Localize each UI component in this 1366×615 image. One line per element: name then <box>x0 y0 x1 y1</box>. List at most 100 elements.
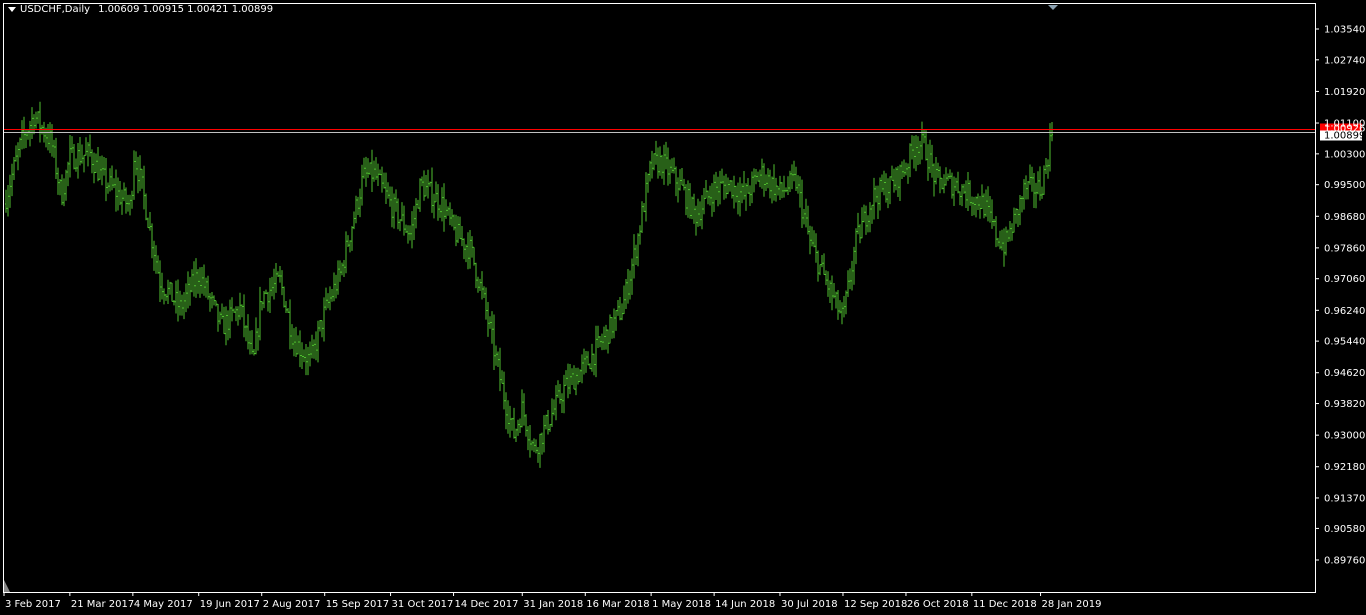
ohlc-bar <box>933 163 935 197</box>
ohlc-bar <box>69 135 71 178</box>
ohlc-bar <box>1033 173 1035 209</box>
ohlc-bar <box>781 182 783 199</box>
ohlc-bar <box>481 271 483 300</box>
ohlc-bar <box>689 183 691 219</box>
ohlc-bar <box>657 147 659 179</box>
ohlc-bar <box>805 198 807 228</box>
ohlc-bar <box>223 306 225 335</box>
ohlc-bar <box>389 186 391 207</box>
ohlc-bar <box>367 158 369 178</box>
ohlc-bar <box>249 330 251 355</box>
ohlc-bar <box>83 154 85 173</box>
ohlc-bar <box>765 174 767 191</box>
ohlc-bar <box>1045 158 1047 174</box>
ohlc-bar <box>583 348 585 375</box>
price-chart[interactable]: 1.009261.00899 1.03540 1.02740 1.01920 1.01… <box>0 0 1366 615</box>
ohlc-bar <box>853 246 855 285</box>
ohlc-bar <box>143 165 145 210</box>
ohlc-bar <box>37 111 39 124</box>
ohlc-bar <box>495 345 497 366</box>
ohlc-bar <box>599 336 601 348</box>
ohlc-bar <box>935 157 937 185</box>
ohlc-bar <box>85 137 87 156</box>
ohlc-bar <box>457 216 459 243</box>
ohlc-bar <box>373 160 375 182</box>
ohlc-bar <box>77 143 79 179</box>
ohlc-bar <box>955 177 957 192</box>
plot-area-border <box>3 3 1316 593</box>
ohlc-bar <box>355 195 357 224</box>
ohlc-bar <box>39 101 41 143</box>
ohlc-bar <box>573 365 575 390</box>
x-tick-label: 21 Mar 2017 <box>71 599 134 610</box>
ohlc-bar <box>65 169 67 201</box>
chart-title[interactable]: USDCHF,Daily 1.00609 1.00915 1.00421 1.0… <box>8 4 273 15</box>
ohlc-bar <box>235 306 237 322</box>
chart-window[interactable]: 1.00926 1.00899 1.03540 1.02740 1.01920 1.01… <box>0 0 1366 615</box>
ohlc-bar <box>593 353 595 376</box>
ohlc-bar <box>549 424 551 432</box>
ohlc-bar <box>35 111 37 129</box>
ohlc-bar <box>659 146 661 176</box>
ohlc-bar <box>297 335 299 355</box>
ohlc-bar <box>1051 121 1053 142</box>
ohlc-bar <box>527 426 529 451</box>
y-tick-label: 1.01920 <box>1324 87 1365 98</box>
ohlc-bar <box>835 291 837 309</box>
ohlc-bar <box>737 182 739 215</box>
ohlc-bar <box>1039 166 1041 201</box>
ohlc-bar <box>837 290 839 320</box>
ohlc-bar <box>427 169 429 199</box>
dropdown-arrow-icon[interactable] <box>8 7 16 12</box>
ohlc-bar <box>967 172 969 211</box>
ohlc-bar <box>695 205 697 236</box>
ohlc-bar <box>733 175 735 209</box>
ohlc-bar <box>653 153 655 171</box>
ohlc-bar <box>667 147 669 186</box>
ohlc-bar <box>17 142 19 171</box>
ohlc-bar <box>299 330 301 368</box>
ohlc-bar <box>671 158 673 174</box>
bid-price-label: 1.00899 <box>1324 131 1365 142</box>
ohlc-bar <box>127 194 129 212</box>
ohlc-bar <box>187 271 189 309</box>
ohlc-bar <box>953 176 955 206</box>
ohlc-bar <box>203 264 205 296</box>
ohlc-bar <box>369 162 371 175</box>
ohlc-bar <box>851 260 853 291</box>
ohlc-bar <box>81 144 83 164</box>
ohlc-bar <box>229 299 231 339</box>
ohlc-bar <box>319 320 321 332</box>
ohlc-bar <box>991 199 993 229</box>
ohlc-bar <box>963 183 965 194</box>
ohlc-bar <box>221 303 223 320</box>
ohlc-bar <box>665 141 667 170</box>
ohlc-bar <box>271 276 273 297</box>
ohlc-bar <box>985 189 987 217</box>
ohlc-bar <box>941 177 943 190</box>
ohlc-bar <box>843 295 845 318</box>
ohlc-bar <box>931 144 933 178</box>
ohlc-bar <box>5 189 7 213</box>
ohlc-bar <box>545 414 547 430</box>
ohlc-bar <box>21 120 23 150</box>
ohlc-bar <box>237 306 239 326</box>
ohlc-bar <box>437 184 439 221</box>
ohlc-bar <box>883 170 885 196</box>
ohlc-bar <box>563 374 565 414</box>
ohlc-bar <box>1047 159 1049 179</box>
ohlc-bar <box>551 398 553 427</box>
ohlc-bar <box>329 286 331 311</box>
ohlc-bar <box>477 276 479 293</box>
ohlc-bar <box>557 380 559 398</box>
ohlc-bar <box>255 317 257 355</box>
ohlc-bar <box>865 205 867 235</box>
ohlc-bar <box>949 169 951 180</box>
ohlc-bar <box>209 293 211 312</box>
ohlc-bar <box>93 152 95 184</box>
ohlc-bar <box>971 196 973 217</box>
chart-shift-marker-icon[interactable] <box>1048 5 1058 10</box>
ohlc-bar <box>1037 171 1039 195</box>
ohlc-bar <box>703 187 705 215</box>
ohlc-bar <box>79 136 81 166</box>
